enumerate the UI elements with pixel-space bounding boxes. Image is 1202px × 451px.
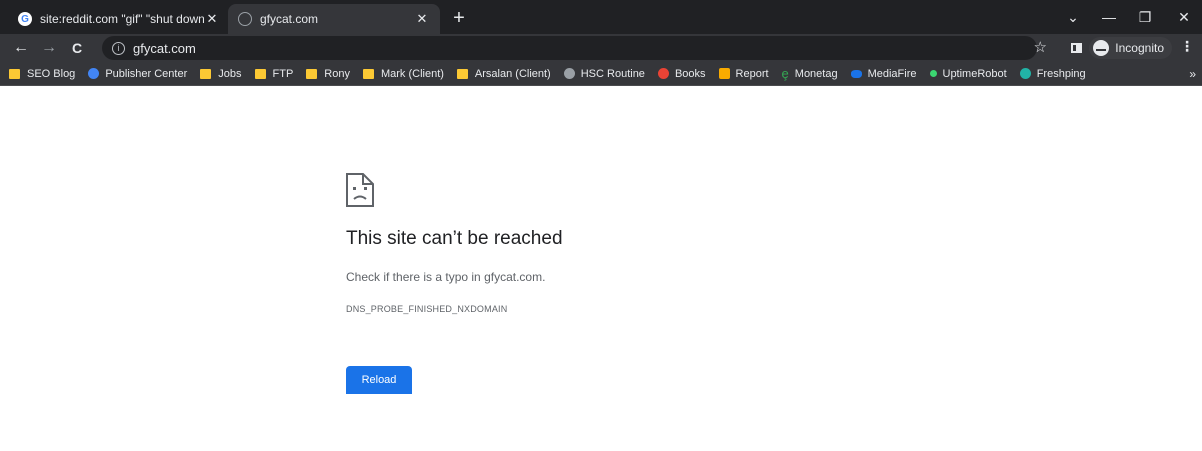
bookmark-ftp[interactable]: FTP <box>254 67 294 80</box>
minimize-button[interactable]: — <box>1091 0 1127 34</box>
side-panel-icon[interactable] <box>1071 43 1082 53</box>
bookmark-rony[interactable]: Rony <box>306 68 350 80</box>
bookmark-label: Jobs <box>218 67 242 80</box>
bookmark-label: Monetag <box>794 67 838 80</box>
globe-icon <box>238 12 252 26</box>
restore-button[interactable]: ❐ <box>1127 0 1163 34</box>
forward-button[interactable]: → <box>38 39 60 57</box>
bookmark-label: Rony <box>324 67 350 80</box>
folder-icon <box>306 68 318 79</box>
bookmark-freshping[interactable]: Freshping <box>1019 67 1086 80</box>
folder-icon <box>362 68 374 79</box>
tab-close-icon[interactable]: ✕ <box>414 11 430 27</box>
bookmark-star-icon[interactable]: ☆ <box>1034 38 1047 56</box>
reload-button[interactable]: C <box>66 40 88 56</box>
bookmark-mediafire[interactable]: MediaFire <box>850 67 917 80</box>
error-title: This site can’t be reached <box>346 228 563 249</box>
address-bar[interactable]: i gfycat.com <box>102 36 1037 60</box>
incognito-profile-button[interactable]: Incognito <box>1089 37 1172 59</box>
url-text: gfycat.com <box>133 40 196 56</box>
reload-button[interactable]: Reload <box>346 366 412 394</box>
bookmark-mark-client[interactable]: Mark (Client) <box>362 67 444 80</box>
bookmark-seo-blog[interactable]: SEO Blog <box>9 68 75 80</box>
bookmark-jobs[interactable]: Jobs <box>200 67 242 80</box>
profile-label: Incognito <box>1115 41 1164 55</box>
tab-title: site:reddit.com "gif" "shut down" <box>40 12 204 26</box>
bookmark-label: Freshping <box>1036 67 1086 80</box>
error-detail: Check if there is a typo in gfycat.com. <box>346 270 546 284</box>
folder-icon <box>456 68 468 79</box>
bookmark-label: MediaFire <box>867 67 917 80</box>
sad-page-icon <box>346 173 374 207</box>
error-code: DNS_PROBE_FINISHED_NXDOMAIN <box>346 304 508 314</box>
folder-icon <box>200 68 212 79</box>
bookmark-label: Arsalan (Client) <box>474 67 551 80</box>
google-icon <box>88 68 100 79</box>
info-icon[interactable]: i <box>112 41 125 55</box>
browser-chrome: G site:reddit.com "gif" "shut down" ✕ gf… <box>0 0 1202 86</box>
page-content: This site can’t be reached Check if ther… <box>0 86 1202 451</box>
close-window-button[interactable]: ✕ <box>1166 0 1202 34</box>
bookmark-report[interactable]: Report <box>718 67 769 80</box>
tab-gfycat[interactable]: gfycat.com ✕ <box>228 4 440 34</box>
folder-icon <box>9 68 20 79</box>
folder-icon <box>254 68 266 79</box>
tab-strip: G site:reddit.com "gif" "shut down" ✕ gf… <box>0 0 1202 34</box>
bookmark-label: SEO Blog <box>27 67 76 80</box>
uptimerobot-icon <box>929 70 937 77</box>
tab-title: gfycat.com <box>260 12 319 26</box>
more-bookmarks-icon[interactable]: » <box>1189 67 1196 81</box>
report-icon <box>718 68 730 79</box>
menu-icon[interactable]: ⋮ <box>1180 38 1194 55</box>
bookmark-hsc-routine[interactable]: HSC Routine <box>563 67 645 80</box>
bookmark-label: HSC Routine <box>580 67 645 80</box>
bookmark-label: Publisher Center <box>105 67 188 80</box>
tab-close-icon[interactable]: ✕ <box>204 11 220 27</box>
new-tab-button[interactable]: + <box>448 8 470 30</box>
bookmark-label: UptimeRobot <box>942 67 1007 80</box>
toolbar: ← → C i gfycat.com ☆ Incognito ⋮ <box>0 34 1202 62</box>
bookmark-label: Books <box>674 67 706 80</box>
bookmark-label: Report <box>735 67 769 80</box>
monetag-icon: ȩ <box>781 66 789 81</box>
back-button[interactable]: ← <box>10 39 32 57</box>
globe-icon <box>563 68 575 79</box>
freshping-icon <box>1019 68 1031 79</box>
tab-reddit-search[interactable]: G site:reddit.com "gif" "shut down" ✕ <box>8 4 230 34</box>
bookmark-monetag[interactable]: ȩ Monetag <box>781 66 838 81</box>
bookmark-books[interactable]: Books <box>657 67 706 80</box>
bookmark-label: FTP <box>272 67 294 80</box>
google-icon: G <box>18 12 32 26</box>
bookmark-uptimerobot[interactable]: UptimeRobot <box>929 67 1007 80</box>
books-icon <box>657 68 669 79</box>
bookmark-label: Mark (Client) <box>380 67 444 80</box>
bookmark-publisher-center[interactable]: Publisher Center <box>88 68 187 80</box>
bookmark-arsalan-client[interactable]: Arsalan (Client) <box>456 67 551 80</box>
bookmarks-bar: SEO Blog Publisher Center Jobs FTP Rony … <box>0 62 1202 86</box>
mediafire-icon <box>850 69 862 78</box>
tab-search-icon[interactable]: ⌄ <box>1055 0 1091 34</box>
incognito-icon <box>1093 40 1110 56</box>
